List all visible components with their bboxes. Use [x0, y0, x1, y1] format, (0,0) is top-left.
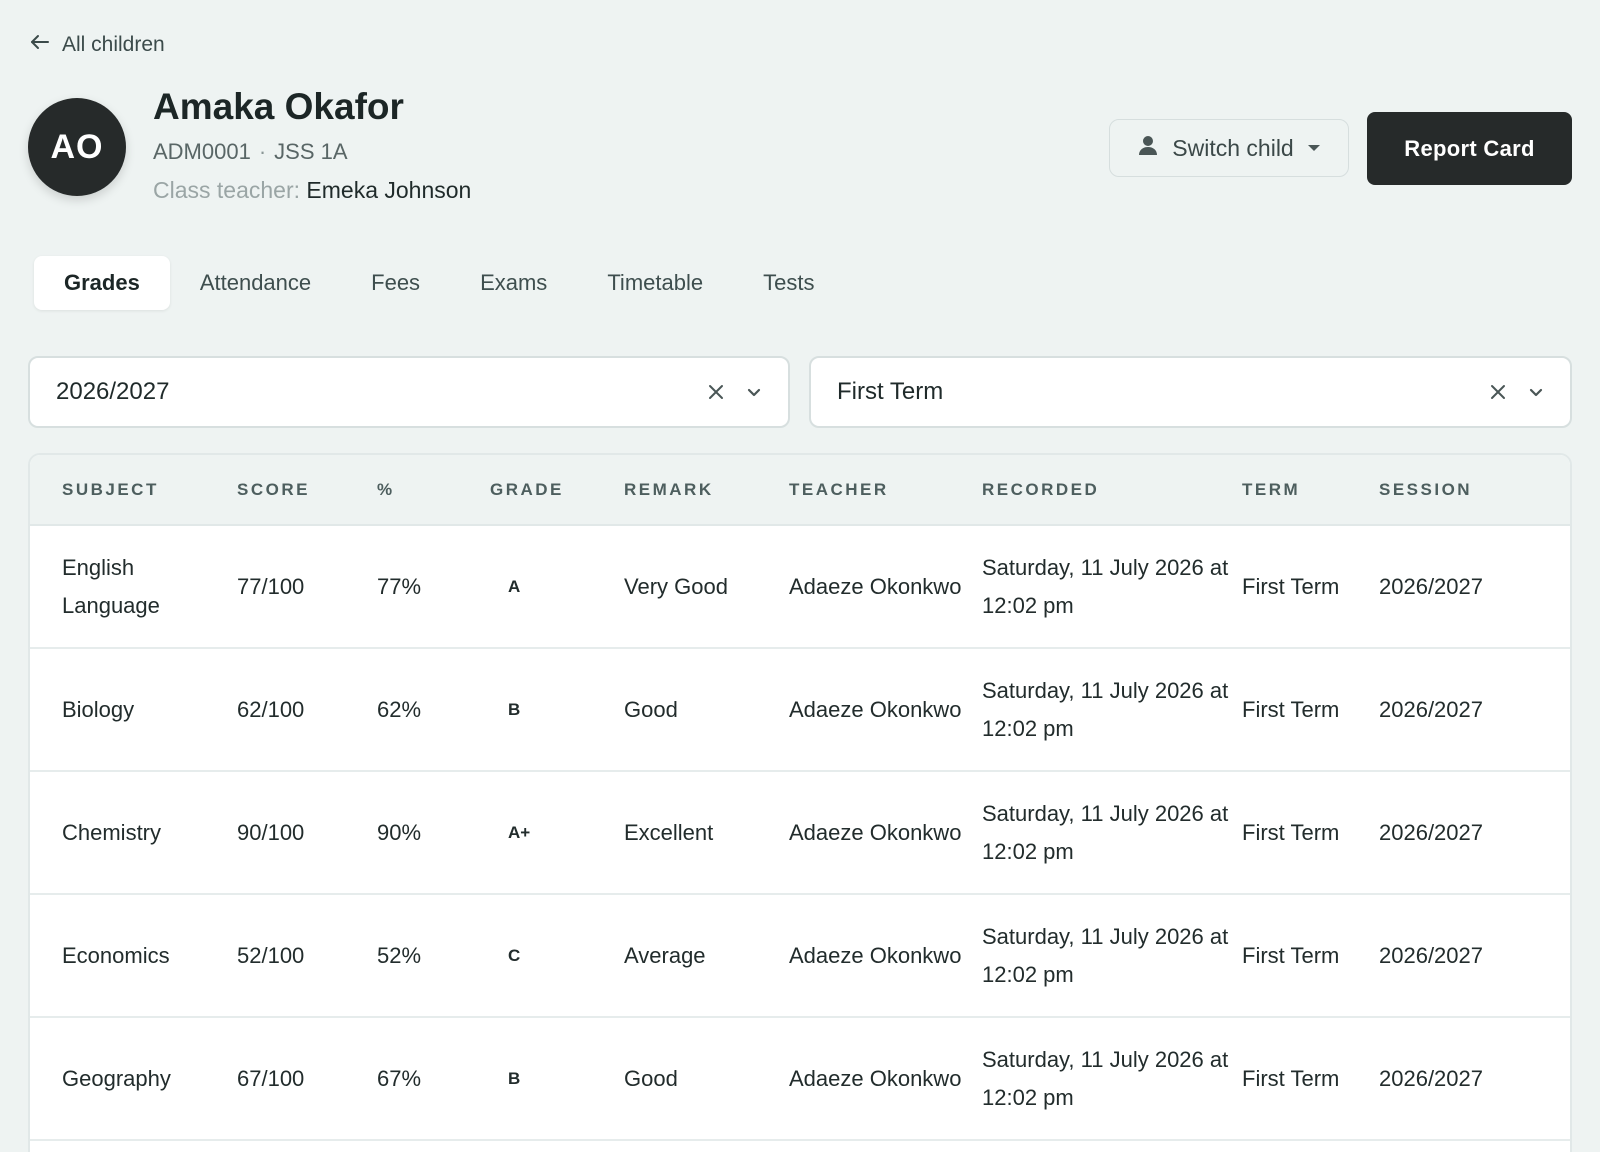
cell-session: 2026/2027 — [1379, 525, 1570, 649]
cell-term: First Term — [1242, 771, 1379, 895]
column-header-term: TERM — [1242, 455, 1379, 526]
cell-session: 2026/2027 — [1379, 1017, 1570, 1141]
switch-child-label: Switch child — [1172, 134, 1294, 161]
student-meta: ADM0001 · JSS 1A — [153, 139, 348, 165]
cell-subject: English Language — [30, 525, 237, 649]
cell-recorded: Saturday, 11 July 2026 at 12:02 pm — [982, 525, 1242, 649]
student-name: Amaka Okafor — [153, 86, 404, 127]
cell-session: 2026/2027 — [1379, 771, 1570, 895]
cell-grade: A — [490, 525, 624, 649]
cell-percent: 77% — [377, 525, 490, 649]
cell-recorded: Saturday, 11 July 2026 at 12:02 pm — [982, 648, 1242, 772]
avatar: AO — [28, 98, 126, 196]
cell-subject: Chemistry — [30, 771, 237, 895]
cell-score: 52/100 — [237, 894, 377, 1018]
person-icon — [1136, 133, 1160, 163]
class-name: JSS 1A — [274, 139, 348, 164]
cell-teacher: Adaeze Okonkwo — [789, 1017, 982, 1141]
table-row: Geography 67/100 67% B Good Adaeze Okonk… — [30, 1017, 1570, 1141]
cell-remark: Good — [624, 648, 789, 772]
cell-term: First Term — [1242, 648, 1379, 772]
tab-bar: Grades Attendance Fees Exams Timetable T… — [34, 256, 844, 310]
column-header-recorded: RECORDED — [982, 455, 1242, 526]
cell-teacher: Adaeze Okonkwo — [789, 648, 982, 772]
class-teacher: Class teacher: Emeka Johnson — [153, 177, 471, 204]
class-teacher-name: Emeka Johnson — [306, 177, 472, 203]
cell-recorded: Saturday, 11 July 2026 at 12:02 pm — [982, 894, 1242, 1018]
cell-score: 67/100 — [237, 1017, 377, 1141]
cell-score: 77/100 — [237, 525, 377, 649]
chevron-down-icon[interactable] — [1528, 384, 1544, 400]
cell-grade: B — [490, 648, 624, 772]
column-header-subject: SUBJECT — [30, 455, 237, 526]
cell-subject: Geography — [30, 1017, 237, 1141]
tab-attendance[interactable]: Attendance — [170, 256, 341, 310]
cell-teacher: Adaeze Okonkwo — [789, 894, 982, 1018]
session-select-value: 2026/2027 — [56, 378, 170, 405]
back-link-label: All children — [62, 33, 165, 56]
cell-recorded: Saturday, 11 July 2026 at 12:02 pm — [982, 1017, 1242, 1141]
cell-percent: 67% — [377, 1017, 490, 1141]
close-icon[interactable] — [706, 382, 726, 402]
grades-table: SUBJECT SCORE % GRADE REMARK TEACHER REC… — [28, 453, 1572, 1152]
column-header-session: SESSION — [1379, 455, 1570, 526]
class-teacher-label: Class teacher: — [153, 177, 301, 203]
cell-percent: 90% — [377, 771, 490, 895]
admission-number: ADM0001 — [153, 139, 251, 164]
arrow-left-icon — [28, 30, 52, 60]
tab-grades[interactable]: Grades — [34, 256, 170, 310]
cell-term: First Term — [1242, 525, 1379, 649]
cell-percent: 62% — [377, 648, 490, 772]
cell-term: First Term — [1242, 894, 1379, 1018]
table-row: Biology 62/100 62% B Good Adaeze Okonkwo… — [30, 648, 1570, 772]
cell-session: 2026/2027 — [1379, 648, 1570, 772]
tab-exams[interactable]: Exams — [450, 256, 577, 310]
cell-grade: B — [490, 1017, 624, 1141]
cell-grade: C — [490, 894, 624, 1018]
cell-teacher: Adaeze Okonkwo — [789, 525, 982, 649]
table-header-row: SUBJECT SCORE % GRADE REMARK TEACHER REC… — [30, 455, 1570, 526]
term-select[interactable]: First Term — [809, 356, 1572, 428]
cell-remark: Average — [624, 894, 789, 1018]
cell-session: 2026/2027 — [1379, 894, 1570, 1018]
cell-score: 90/100 — [237, 771, 377, 895]
back-to-all-children-link[interactable]: All children — [28, 30, 165, 60]
tab-tests[interactable]: Tests — [733, 256, 844, 310]
column-header-grade: GRADE — [490, 455, 624, 526]
cell-recorded: Saturday, 11 July 2026 at 12:02 pm — [982, 771, 1242, 895]
cell-remark: Excellent — [624, 771, 789, 895]
column-header-score: SCORE — [237, 455, 377, 526]
cell-remark: Good — [624, 1017, 789, 1141]
column-header-percent: % — [377, 455, 490, 526]
table-row: Chemistry 90/100 90% A+ Excellent Adaeze… — [30, 771, 1570, 895]
tab-fees[interactable]: Fees — [341, 256, 450, 310]
tab-timetable[interactable]: Timetable — [577, 256, 733, 310]
close-icon[interactable] — [1488, 382, 1508, 402]
term-select-value: First Term — [837, 378, 944, 405]
switch-child-button[interactable]: Switch child — [1109, 119, 1349, 177]
cell-teacher: Adaeze Okonkwo — [789, 771, 982, 895]
cell-score: 62/100 — [237, 648, 377, 772]
cell-grade: A+ — [490, 771, 624, 895]
cell-term: First Term — [1242, 1017, 1379, 1141]
session-select[interactable]: 2026/2027 — [28, 356, 790, 428]
caret-down-icon — [1306, 135, 1322, 162]
table-row: English Language 77/100 77% A Very Good … — [30, 525, 1570, 649]
cell-subject: Economics — [30, 894, 237, 1018]
column-header-remark: REMARK — [624, 455, 789, 526]
report-card-button[interactable]: Report Card — [1367, 112, 1572, 185]
meta-separator: · — [258, 139, 267, 164]
cell-percent: 52% — [377, 894, 490, 1018]
table-row: Economics 52/100 52% C Average Adaeze Ok… — [30, 894, 1570, 1018]
column-header-teacher: TEACHER — [789, 455, 982, 526]
chevron-down-icon[interactable] — [746, 384, 762, 400]
cell-subject: Biology — [30, 648, 237, 772]
cell-remark: Very Good — [624, 525, 789, 649]
